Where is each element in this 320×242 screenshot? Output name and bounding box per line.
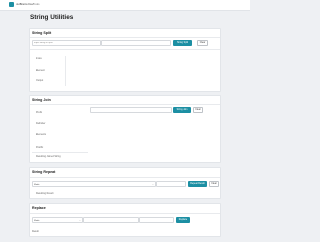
join-elements-label: Elements — [36, 133, 46, 136]
page-title: String Utilities — [30, 14, 74, 21]
replace-result-label: Result — [32, 230, 39, 233]
string-split-title: String Split — [32, 31, 52, 35]
replace-with-field[interactable] — [139, 217, 174, 223]
string-join-button[interactable]: String Join — [173, 107, 191, 113]
repeat-clear-button[interactable]: Clear — [209, 181, 219, 187]
join-clear-button[interactable]: Clear — [193, 107, 203, 113]
divider — [30, 49, 220, 50]
join-postfix-label: Postfix — [36, 146, 44, 149]
top-bar: JetBrains Dev Tools — [0, 0, 250, 11]
replace-find-field[interactable] — [83, 217, 139, 223]
chevron-down-icon: ⌄ — [151, 182, 154, 186]
divider — [30, 177, 220, 178]
replace-mode-label: Mode — [34, 219, 40, 222]
replace-mode-select[interactable]: Mode ⌄ — [32, 217, 83, 223]
string-join-card: String Join Prefix String Join Clear Del… — [29, 95, 221, 163]
split-clear-button[interactable]: Clear — [197, 40, 208, 46]
divider — [30, 213, 220, 214]
repeat-mode-select[interactable]: Mode ⌄ — [32, 181, 156, 187]
repeat-mode-label: Mode — [34, 183, 40, 186]
split-output-index-label: Index — [36, 57, 42, 60]
string-repeat-title: String Repeat — [32, 170, 56, 174]
string-repeat-card: String Repeat Mode ⌄ Repeat Result Clear… — [29, 167, 221, 199]
divider — [32, 152, 88, 153]
brand-name[interactable]: JetBrains Dev — [16, 2, 33, 6]
output-divider — [65, 56, 66, 86]
join-prefix-field[interactable] — [90, 107, 172, 113]
chevron-down-icon: ⌄ — [78, 218, 81, 222]
join-result-label: Resulting Joined String — [36, 155, 61, 158]
divider — [30, 37, 220, 38]
join-prefix-label: Prefix — [36, 111, 43, 114]
split-output-element-label: Element — [36, 69, 45, 72]
repeat-result-label: Resulting Result — [36, 192, 54, 195]
replace-card: Replace Mode ⌄ Replace Result — [29, 203, 221, 237]
split-delimiter-field[interactable] — [101, 40, 171, 46]
split-output-label: Output — [36, 79, 44, 82]
string-split-button[interactable]: String Split — [173, 40, 192, 46]
split-input-field[interactable] — [32, 40, 101, 46]
brand-logo[interactable] — [9, 2, 14, 7]
string-join-title: String Join — [32, 98, 51, 102]
repeat-count-field[interactable] — [156, 181, 186, 187]
join-delimiter-label: Delimiter — [36, 122, 46, 125]
divider — [30, 104, 220, 105]
breadcrumb[interactable]: Tools — [33, 2, 40, 6]
repeat-result-button[interactable]: Repeat Result — [188, 181, 207, 187]
replace-title: Replace — [32, 206, 46, 210]
replace-button[interactable]: Replace — [176, 217, 190, 223]
string-split-card: String Split String Split Clear Index El… — [29, 28, 221, 92]
